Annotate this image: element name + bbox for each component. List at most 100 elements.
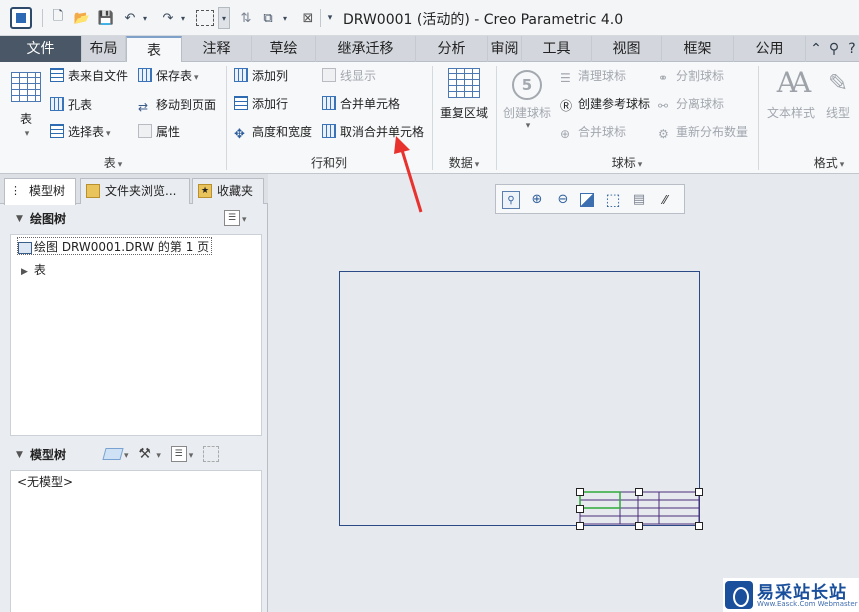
tab-model-tree[interactable]: ⋮ 模型树: [4, 178, 76, 205]
selection-handle[interactable]: [635, 522, 643, 530]
help-icon[interactable]: ?: [844, 41, 859, 57]
chevron-down-icon[interactable]: ▾: [124, 451, 129, 461]
repeat-region-button[interactable]: 重复区域: [436, 68, 492, 121]
tab-applications[interactable]: 公用: [734, 36, 806, 62]
selection-handle[interactable]: [576, 505, 584, 513]
redistribute-button[interactable]: ⚙ 重新分布数量: [658, 122, 748, 142]
drawing-canvas[interactable]: ⚲ ⊕ ⊖ ⬚ ▤ ⁄⁄ 易采站长站 Www.Easck.Com Webmast…: [269, 174, 859, 612]
add-column-button[interactable]: 添加列: [234, 66, 288, 86]
undo-icon[interactable]: ↶: [120, 8, 140, 28]
repeat-region-label: 重复区域: [439, 106, 488, 120]
tab-view[interactable]: 视图: [592, 36, 662, 62]
selection-handle[interactable]: [576, 522, 584, 530]
selection-handle[interactable]: [695, 488, 703, 496]
group-label-data[interactable]: 数据 ▾: [432, 154, 496, 171]
tab-sketch[interactable]: 草绘: [252, 36, 316, 62]
select-table-button[interactable]: 选择表 ▾: [50, 122, 111, 142]
regenerate-icon[interactable]: ⇅: [236, 8, 256, 28]
chevron-down-icon: ▾: [839, 160, 845, 170]
selection-handle[interactable]: [695, 522, 703, 530]
group-label-format[interactable]: 格式 ▾: [800, 154, 858, 171]
save-table-button[interactable]: 保存表 ▾: [138, 66, 199, 86]
selection-box-icon[interactable]: [196, 10, 214, 26]
tab-annotate[interactable]: 注释: [182, 36, 252, 62]
group-label-table[interactable]: 表 ▾: [0, 154, 226, 171]
create-balloon-button[interactable]: 5 创建球标 ▾: [500, 70, 554, 131]
filter-icon[interactable]: [203, 446, 220, 462]
selection-handle[interactable]: [576, 488, 584, 496]
selection-handle[interactable]: [635, 488, 643, 496]
redistribute-icon: ⚙: [658, 127, 669, 141]
create-ref-balloon-button[interactable]: Ⓡ 创建参考球标: [560, 94, 650, 114]
ribbon-panel: 表 ▾ 表来自文件 保存表 ▾ 孔表 ⇄ 移动到页面 选择表 ▾ 属性 表 ▾ 添加列 …: [0, 62, 859, 174]
tree-icon: ⋮: [10, 184, 21, 197]
clean-balloon-button[interactable]: ☰ 清理球标: [560, 66, 626, 86]
model-display-icon[interactable]: [102, 448, 124, 460]
redo-icon[interactable]: ↷: [158, 8, 178, 28]
text-style-button[interactable]: AA 文本样式: [762, 68, 820, 121]
new-file-icon[interactable]: 🗋: [48, 8, 68, 28]
undo-dropdown-icon[interactable]: ▾: [140, 8, 150, 28]
tab-legacy-migration[interactable]: 继承迁移: [316, 36, 416, 62]
tab-table[interactable]: 表: [126, 36, 182, 63]
properties-button[interactable]: 属性: [138, 122, 180, 142]
chevron-down-icon[interactable]: ▾: [156, 451, 161, 461]
tools-icon[interactable]: ⚒: [138, 446, 154, 462]
collapse-ribbon-icon[interactable]: ⌃: [808, 41, 824, 57]
zoom-out-icon[interactable]: ⊖: [554, 191, 572, 209]
tree-item-sheet[interactable]: 绘图 DRW0001.DRW 的第 1 页: [17, 237, 213, 255]
pen-icon: ✎: [827, 69, 849, 97]
tab-analysis[interactable]: 分析: [416, 36, 488, 62]
tab-favorites[interactable]: ★ 收藏夹: [192, 178, 264, 204]
merge-cells-button[interactable]: 合并单元格: [322, 94, 400, 114]
refit-icon[interactable]: ⚲: [502, 191, 520, 209]
detach-balloon-button[interactable]: ⚯ 分离球标: [658, 94, 724, 114]
add-row-button[interactable]: 添加行: [234, 94, 288, 114]
zoom-in-icon[interactable]: ⊕: [528, 191, 546, 209]
tab-layout[interactable]: 布局: [82, 36, 126, 62]
tree-item-table[interactable]: ▶ 表: [21, 261, 46, 279]
list-settings-icon: ☰: [224, 210, 240, 226]
chevron-down-icon: ▾: [474, 160, 480, 170]
app-menu-icon[interactable]: [10, 7, 32, 29]
merge-balloon-button[interactable]: ⊕ 合并球标: [560, 122, 626, 142]
selection-dropdown-icon[interactable]: ▾: [218, 7, 230, 29]
saved-views-icon[interactable]: ▤: [630, 191, 648, 209]
move-to-page-button[interactable]: ⇄ 移动到页面: [138, 95, 216, 115]
ribbon-tab-bar: 文件 布局 表 注释 草绘 继承迁移 分析 审阅 工具 视图 框架 公用 ⌃ ⚲…: [0, 36, 859, 63]
unmerge-cells-button[interactable]: 取消合并单元格: [322, 122, 424, 142]
drawing-tree-header[interactable]: ▼ 绘图树: [0, 206, 262, 232]
close-window-icon[interactable]: ⊠: [298, 8, 318, 28]
repaint-icon[interactable]: [580, 193, 594, 207]
tab-folder-browser[interactable]: 文件夹浏览...: [80, 178, 190, 204]
tab-file[interactable]: 文件: [0, 36, 82, 62]
add-column-icon: [234, 68, 248, 82]
drawing-tree-settings[interactable]: ☰ ▾: [224, 210, 247, 228]
tab-frame[interactable]: 框架: [662, 36, 734, 62]
windows-dropdown-icon[interactable]: ▾: [280, 8, 290, 28]
move-to-page-icon: ⇄: [138, 100, 149, 114]
chevron-down-icon[interactable]: ▾: [189, 451, 194, 461]
height-width-button[interactable]: ✥ 高度和宽度: [234, 122, 312, 142]
list-settings-icon[interactable]: ☰: [170, 446, 187, 462]
tab-model-tree-label: 模型树: [29, 184, 66, 198]
line-style-button[interactable]: ✎ 线型: [818, 68, 858, 121]
expand-triangle-icon[interactable]: ▶: [21, 267, 28, 277]
table-from-file-button[interactable]: 表来自文件: [50, 66, 128, 86]
split-balloon-button[interactable]: ⚭ 分割球标: [658, 66, 724, 86]
annotation-display-icon[interactable]: ⁄⁄: [656, 191, 674, 209]
display-style-icon[interactable]: ⬚: [604, 191, 622, 209]
windows-icon[interactable]: ⧉: [258, 8, 278, 28]
hole-table-button[interactable]: 孔表: [50, 95, 92, 115]
merge-balloon-label: 合并球标: [578, 125, 627, 139]
redo-dropdown-icon[interactable]: ▾: [178, 8, 188, 28]
search-icon[interactable]: ⚲: [826, 41, 842, 57]
tab-review[interactable]: 审阅: [488, 36, 522, 62]
group-label-balloon[interactable]: 球标 ▾: [496, 154, 758, 171]
customize-toolbar-icon[interactable]: ▾: [324, 8, 336, 28]
save-icon[interactable]: 💾: [96, 8, 116, 28]
line-display-button[interactable]: 线显示: [322, 66, 376, 86]
table-button[interactable]: 表 ▾: [8, 72, 44, 139]
open-folder-icon[interactable]: 📂: [72, 8, 92, 28]
tab-tools[interactable]: 工具: [522, 36, 592, 62]
